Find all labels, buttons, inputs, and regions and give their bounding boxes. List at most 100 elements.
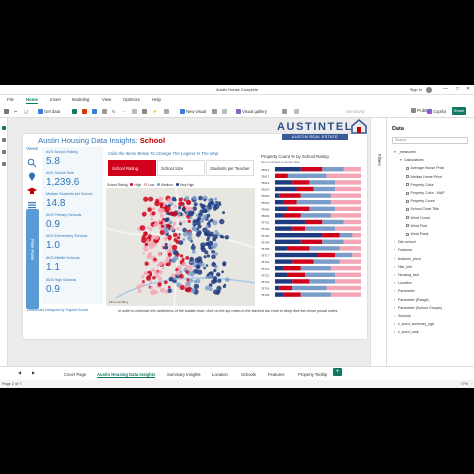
bar-segment[interactable] <box>275 292 284 297</box>
map-bubble[interactable] <box>181 262 186 267</box>
bar-segment[interactable] <box>275 285 280 291</box>
designer-credit[interactable]: Dashboard Designed by Yogesh Kumar <box>27 308 88 312</box>
map-bubble[interactable] <box>206 222 210 226</box>
map-bubble[interactable] <box>211 262 216 267</box>
bolt-icon[interactable]: ⚡ <box>152 109 157 115</box>
menu-file[interactable]: File <box>7 97 14 102</box>
bar-segment[interactable] <box>309 180 336 185</box>
dax-query-view-icon[interactable] <box>2 162 6 166</box>
data-field-item[interactable]: › features_pivot <box>394 257 421 261</box>
bar-segment[interactable] <box>352 233 361 238</box>
bar-segment[interactable] <box>275 246 288 251</box>
checkbox-icon[interactable] <box>406 199 409 203</box>
map-bubble[interactable] <box>198 195 203 201</box>
map-bubble[interactable] <box>139 225 146 231</box>
copilot-button[interactable]: Copilot <box>427 109 446 114</box>
map-bubble[interactable] <box>154 200 160 207</box>
bar-segment[interactable] <box>309 279 336 284</box>
maximize-icon[interactable]: □ <box>456 86 459 92</box>
map-bubble[interactable] <box>213 278 218 284</box>
map-bubble[interactable] <box>166 223 171 229</box>
map-bubble[interactable] <box>215 290 220 295</box>
menu-home[interactable]: Home <box>26 97 38 104</box>
bar-segment[interactable] <box>339 246 362 251</box>
map-bubble[interactable] <box>177 236 181 240</box>
map-bubble[interactable] <box>137 289 142 293</box>
map-bubble[interactable] <box>157 219 161 223</box>
tab-students-per-teacher[interactable]: Students per Teacher <box>206 160 254 176</box>
map-bubble[interactable] <box>214 252 219 256</box>
map-bubble[interactable] <box>172 221 177 225</box>
bar-segment[interactable] <box>275 200 284 205</box>
bar-segment[interactable] <box>339 259 362 264</box>
bar-segment[interactable] <box>330 193 361 198</box>
map-bubble[interactable] <box>151 211 156 216</box>
bar-segment[interactable] <box>335 206 361 211</box>
map-bubble[interactable] <box>164 290 169 294</box>
map-bubble[interactable] <box>207 236 211 240</box>
map-bubble[interactable] <box>170 226 175 231</box>
map-bubble[interactable] <box>165 205 171 212</box>
map-bubble[interactable] <box>224 235 230 240</box>
map-bubble[interactable] <box>202 208 208 213</box>
bar-category-label[interactable]: 78701 <box>261 221 270 225</box>
map-bubble[interactable] <box>221 270 224 274</box>
map-bubble[interactable] <box>143 196 149 202</box>
measure-icon[interactable] <box>282 109 288 114</box>
bar-segment[interactable] <box>275 259 293 264</box>
bar-segment[interactable] <box>275 226 293 231</box>
bar-category-label[interactable]: 78704 <box>261 240 270 244</box>
checkbox-icon[interactable] <box>406 232 409 236</box>
bar-segment[interactable] <box>275 233 323 238</box>
bar-segment[interactable] <box>322 239 344 244</box>
bar-segment[interactable] <box>287 206 310 211</box>
map-bubble[interactable] <box>193 283 200 290</box>
bar-category-label[interactable]: 78721 <box>261 267 270 271</box>
image-icon[interactable] <box>212 109 218 114</box>
data-field-item[interactable]: School Chart Title <box>406 207 439 211</box>
map-bubble[interactable] <box>187 235 193 241</box>
map-bubble[interactable] <box>193 280 197 284</box>
close-icon[interactable]: ✕ <box>466 86 470 92</box>
map-bubble[interactable] <box>211 250 215 254</box>
map-bubble[interactable] <box>208 224 211 228</box>
map-bubble[interactable] <box>167 285 171 289</box>
sensitivity-button[interactable]: Sensitivity <box>346 109 365 114</box>
tab-school-size[interactable]: School Size <box>157 160 205 176</box>
map-bubble[interactable] <box>182 227 187 233</box>
menu-help[interactable]: Help <box>152 97 161 102</box>
text-box-icon[interactable] <box>164 109 170 114</box>
map-bubble[interactable] <box>186 281 191 286</box>
map-bubble[interactable] <box>192 206 197 211</box>
bar-segment[interactable] <box>275 167 301 172</box>
bar-segment[interactable] <box>275 213 284 218</box>
map-bubble[interactable] <box>149 280 153 284</box>
map-bubble[interactable] <box>141 275 145 279</box>
map-bubble[interactable] <box>176 227 180 231</box>
bar-segment[interactable] <box>309 246 340 251</box>
tab-property-tooltip[interactable]: Property Tooltip <box>298 372 327 377</box>
map-bubble[interactable] <box>185 264 189 268</box>
data-field-item[interactable]: › Schools <box>394 314 411 318</box>
bar-segment[interactable] <box>335 186 361 192</box>
dataverse-icon[interactable] <box>92 109 98 114</box>
bar-segment[interactable] <box>300 193 331 198</box>
bar-segment[interactable] <box>279 285 293 291</box>
map-bubble[interactable] <box>143 246 149 252</box>
refresh-icon[interactable]: ↻ <box>112 109 116 114</box>
copy-icon[interactable]: ❏ <box>24 109 28 114</box>
bar-segment[interactable] <box>330 266 361 271</box>
map-bubble[interactable] <box>197 256 203 262</box>
map-bubble[interactable] <box>205 242 209 246</box>
map-bubble[interactable] <box>192 195 197 201</box>
menu-modeling[interactable]: Modeling <box>72 97 89 102</box>
map-bubble[interactable] <box>213 203 220 210</box>
map-bubble[interactable] <box>180 254 184 258</box>
bar-segment[interactable] <box>330 213 361 218</box>
map-bubble[interactable] <box>210 244 214 248</box>
map-bubble[interactable] <box>192 226 197 231</box>
tab-austin-housing-data-insights[interactable]: Austin Housing Data Insights <box>97 372 156 378</box>
bar-category-label[interactable]: 78723 <box>261 280 270 284</box>
map-bubble[interactable] <box>144 231 148 235</box>
bar-segment[interactable] <box>313 259 340 264</box>
